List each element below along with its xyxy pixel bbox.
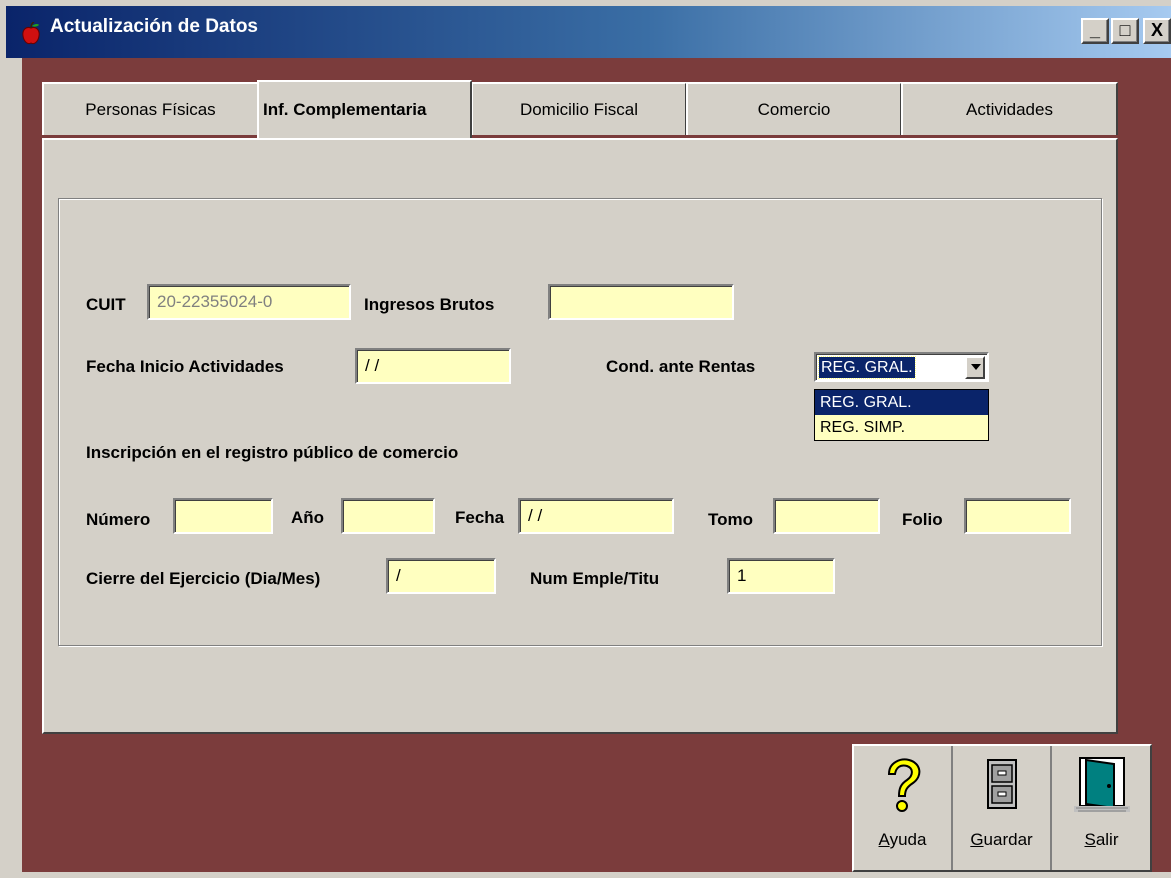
dropdown-button[interactable]	[965, 356, 985, 379]
cond-rentas-select[interactable]: REG. GRAL.	[814, 352, 989, 382]
tab-inf-complementaria[interactable]: Inf. Complementaria	[257, 80, 472, 138]
fecha-inicio-label: Fecha Inicio Actividades	[86, 357, 284, 376]
app-window: Actualización de Datos _ □ X Personas Fí…	[0, 0, 1171, 878]
tomo-field[interactable]	[773, 498, 880, 534]
tab-label: Comercio	[757, 99, 831, 119]
action-toolbar: Ayuda Guardar Salir	[852, 744, 1152, 872]
title-bar[interactable]: Actualización de Datos _ □ X	[6, 6, 1171, 58]
form-group: CUIT 20-22355024-0 Ingresos Brutos Fecha…	[58, 198, 1102, 646]
fecha-label: Fecha	[455, 508, 505, 527]
ingresos-brutos-label: Ingresos Brutos	[364, 295, 495, 314]
num-emple-label: Num Emple/Titu	[530, 569, 660, 588]
tab-personas-fisicas[interactable]: Personas Físicas	[42, 82, 259, 135]
fecha-inicio-field[interactable]: / /	[355, 348, 511, 384]
cuit-field[interactable]: 20-22355024-0	[147, 284, 351, 320]
tab-domicilio-fiscal[interactable]: Domicilio Fiscal	[471, 82, 687, 135]
fecha-field[interactable]: / /	[518, 498, 674, 534]
cond-rentas-dropdown-list: REG. GRAL. REG. SIMP.	[814, 389, 989, 441]
registro-heading: Inscripción en el registro público de co…	[86, 443, 459, 462]
num-emple-field[interactable]: 1	[727, 558, 835, 594]
salir-button[interactable]: Salir	[1052, 746, 1151, 870]
cond-rentas-selected: REG. GRAL.	[818, 356, 916, 379]
numero-label: Número	[86, 510, 151, 529]
close-button[interactable]: X	[1143, 18, 1171, 44]
ayuda-button[interactable]: Ayuda	[854, 746, 953, 870]
dropdown-option-reg-simp[interactable]: REG. SIMP.	[815, 415, 988, 440]
folio-label: Folio	[902, 510, 943, 529]
maximize-button[interactable]: □	[1111, 18, 1139, 44]
cierre-ejercicio-label: Cierre del Ejercicio (Dia/Mes)	[86, 569, 321, 588]
cuit-label: CUIT	[86, 295, 126, 314]
anio-field[interactable]	[341, 498, 435, 534]
guardar-button[interactable]: Guardar	[953, 746, 1052, 870]
tab-label: Actividades	[966, 99, 1053, 119]
tab-strip: Personas Físicas Inf. Complementaria Dom…	[42, 80, 1118, 140]
tab-comercio[interactable]: Comercio	[686, 82, 902, 135]
tab-actividades[interactable]: Actividades	[901, 82, 1118, 135]
apple-icon	[22, 22, 40, 45]
tab-label: Personas Físicas	[85, 99, 216, 119]
door-icon	[1073, 757, 1130, 812]
minimize-button[interactable]: _	[1081, 18, 1109, 44]
dropdown-option-reg-gral[interactable]: REG. GRAL.	[815, 390, 988, 415]
cabinet-icon	[986, 759, 1017, 809]
tomo-label: Tomo	[708, 510, 754, 529]
tab-label: Inf. Complementaria	[263, 100, 427, 119]
folio-field[interactable]	[964, 498, 1071, 534]
salir-caption: Salir	[1084, 830, 1119, 849]
ayuda-caption: Ayuda	[878, 830, 927, 849]
tab-label: Domicilio Fiscal	[519, 99, 639, 119]
anio-label: Año	[291, 508, 325, 527]
cond-rentas-label: Cond. ante Rentas	[606, 357, 756, 376]
guardar-caption: Guardar	[970, 830, 1033, 849]
cierre-ejercicio-field[interactable]: /	[386, 558, 496, 594]
tab-panel: CUIT 20-22355024-0 Ingresos Brutos Fecha…	[42, 138, 1118, 734]
ingresos-brutos-field[interactable]	[548, 284, 734, 320]
window-title: Actualización de Datos	[50, 16, 258, 37]
question-icon	[887, 758, 920, 812]
numero-field[interactable]	[173, 498, 273, 534]
chevron-down-icon	[971, 364, 981, 370]
client-area: Personas Físicas Inf. Complementaria Dom…	[22, 58, 1171, 872]
